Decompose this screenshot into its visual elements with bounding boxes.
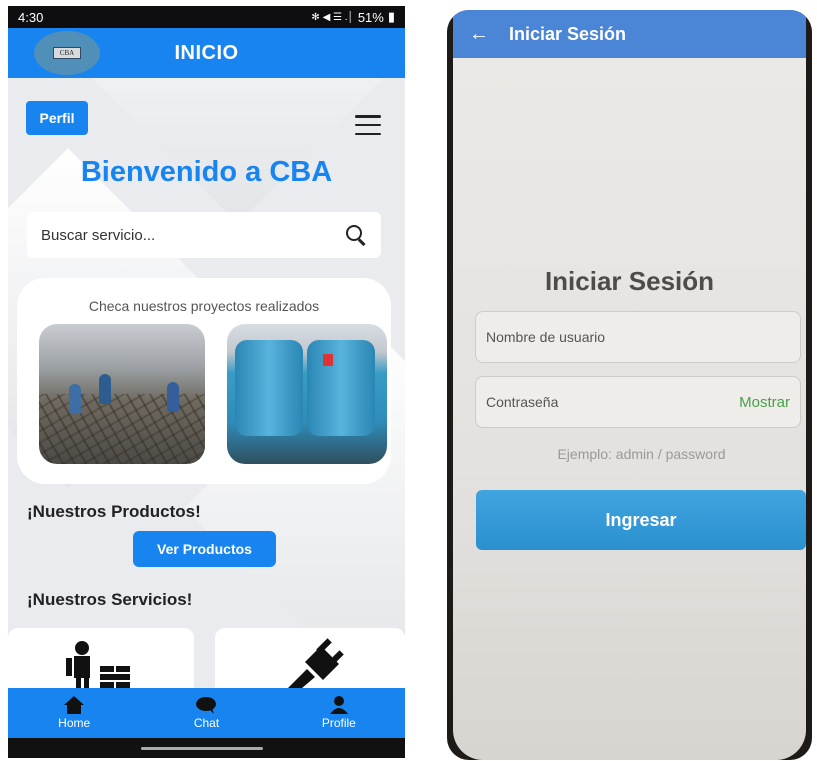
app-header: CBA INICIO xyxy=(8,28,405,78)
login-header-title: Iniciar Sesión xyxy=(509,23,627,44)
username-placeholder: Nombre de usuario xyxy=(486,329,606,345)
welcome-title: Bienvenido a CBA xyxy=(80,156,333,188)
battery-icon: ▮ xyxy=(387,9,395,24)
nav-chat[interactable]: Chat xyxy=(140,688,272,738)
plug-icon xyxy=(288,638,344,688)
nav-profile[interactable]: Profile xyxy=(273,688,405,738)
services-heading: ¡Nuestros Servicios! xyxy=(27,590,193,609)
login-hint: Ejemplo: admin / password xyxy=(557,446,726,462)
gesture-bar[interactable] xyxy=(8,738,405,758)
page-title: INICIO xyxy=(174,41,239,64)
chat-icon xyxy=(196,697,217,714)
battery-level: 51% xyxy=(357,9,384,25)
nav-profile-label: Profile xyxy=(321,716,356,730)
worker-bricks-icon xyxy=(66,641,130,688)
status-bar: 4:30 ✻ ◀ ☰ .│ 51% ▮ xyxy=(8,6,405,28)
project-photo-construction[interactable] xyxy=(39,324,205,464)
home-content[interactable]: Perfil Bienvenido a CBA Buscar servicio.… xyxy=(8,78,405,688)
products-heading: ¡Nuestros Productos! xyxy=(27,502,201,521)
nav-chat-label: Chat xyxy=(193,716,220,730)
profile-icon xyxy=(329,696,348,714)
service-card-construction[interactable] xyxy=(8,628,194,688)
status-icons: ✻ ◀ ☰ .│ xyxy=(311,11,354,23)
nav-home-label: Home xyxy=(58,716,91,730)
background-shape xyxy=(82,78,394,224)
service-card-electrical[interactable] xyxy=(215,628,405,688)
nav-home[interactable]: Home xyxy=(8,688,140,738)
status-time: 4:30 xyxy=(18,9,44,25)
login-header: ← Iniciar Sesión xyxy=(453,10,806,58)
bottom-navigation: Home Chat Profile xyxy=(8,688,405,738)
search-icon[interactable] xyxy=(345,224,367,246)
home-icon xyxy=(64,696,85,714)
projects-caption: Checa nuestros proyectos realizados xyxy=(88,298,320,314)
login-title: Iniciar Sesión xyxy=(544,266,715,296)
menu-icon[interactable] xyxy=(355,115,381,135)
ingresar-button[interactable]: Ingresar xyxy=(476,490,806,550)
home-screen: 4:30 ✻ ◀ ☰ .│ 51% ▮ CBA INICIO Perfil Bi… xyxy=(8,6,405,758)
search-input[interactable]: Buscar servicio... xyxy=(27,212,381,258)
cba-logo[interactable]: CBA xyxy=(34,31,100,75)
project-photo-tanks[interactable] xyxy=(227,324,387,464)
projects-carousel[interactable]: Checa nuestros proyectos realizados xyxy=(17,278,391,484)
perfil-button[interactable]: Perfil xyxy=(26,101,88,135)
login-screen: ← Iniciar Sesión Iniciar Sesión Nombre d… xyxy=(453,10,806,760)
show-password-toggle[interactable]: Mostrar xyxy=(739,394,790,411)
ver-productos-button[interactable]: Ver Productos xyxy=(133,531,276,567)
password-field[interactable]: Contraseña Mostrar xyxy=(475,376,801,428)
username-field[interactable]: Nombre de usuario xyxy=(475,311,801,363)
logo-text: CBA xyxy=(53,47,81,59)
login-phone: ← Iniciar Sesión Iniciar Sesión Nombre d… xyxy=(447,10,812,760)
back-arrow-icon[interactable]: ← xyxy=(469,23,499,46)
search-placeholder: Buscar servicio... xyxy=(41,226,156,244)
password-placeholder: Contraseña xyxy=(486,394,559,410)
